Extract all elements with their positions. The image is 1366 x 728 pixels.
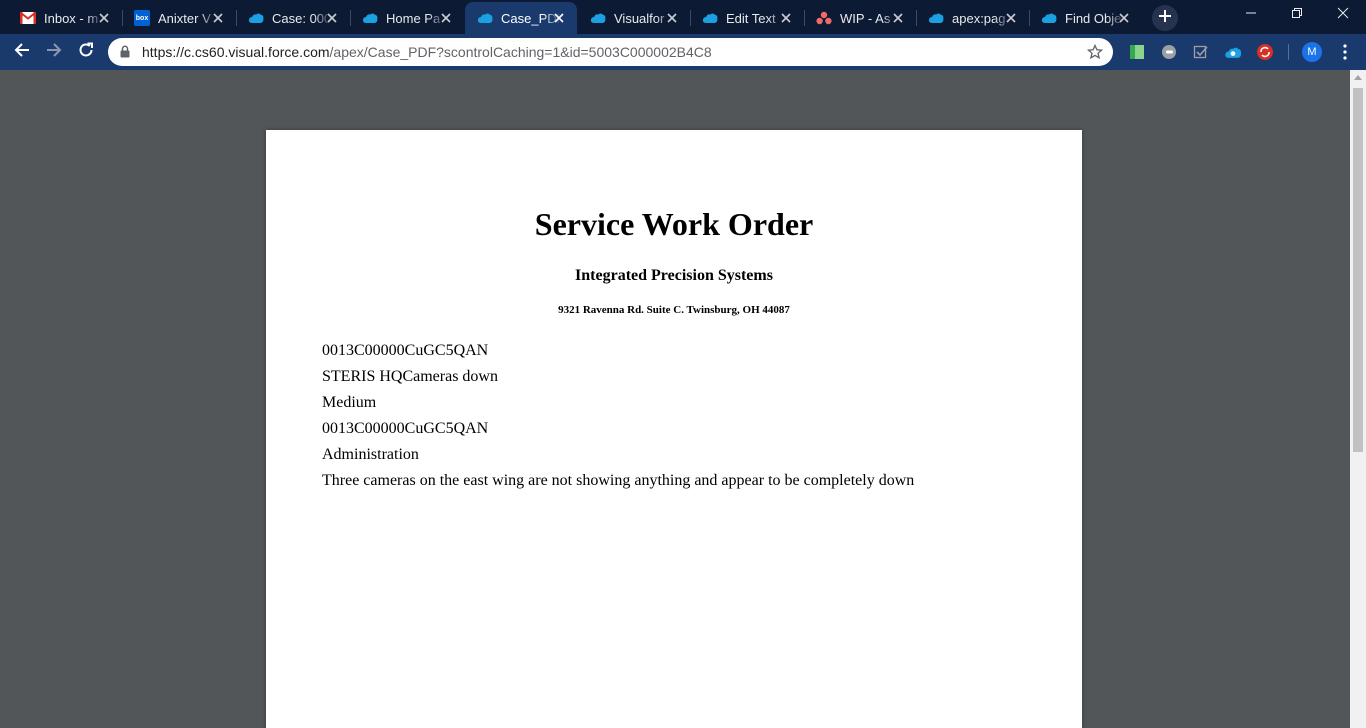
vertical-scrollbar[interactable] xyxy=(1350,70,1366,728)
close-icon xyxy=(1337,6,1349,24)
restore-icon xyxy=(1291,6,1303,24)
field-line: Three cameras on the east wing are not s… xyxy=(322,472,915,489)
close-icon[interactable] xyxy=(1003,10,1019,26)
close-icon[interactable] xyxy=(324,10,340,26)
menu-kebab-icon[interactable] xyxy=(1336,43,1354,61)
close-icon[interactable] xyxy=(438,10,454,26)
pdf-viewer: Service Work Order Integrated Precision … xyxy=(0,70,1350,728)
tab-home-page[interactable]: Home Pa xyxy=(351,2,464,34)
profile-avatar[interactable]: M xyxy=(1302,42,1322,62)
tab-anixter[interactable]: box Anixter V xyxy=(123,2,236,34)
new-tab-button[interactable] xyxy=(1152,5,1178,31)
close-icon[interactable] xyxy=(778,10,794,26)
gmail-icon xyxy=(20,10,36,26)
minimize-icon xyxy=(1245,6,1257,24)
pdf-page: Service Work Order Integrated Precision … xyxy=(266,130,1082,728)
tab-apex-page[interactable]: apex:pag xyxy=(917,2,1029,34)
browser-toolbar: https://c.cs60.visual.force.com/apex/Cas… xyxy=(0,34,1366,70)
minimize-button[interactable] xyxy=(1228,0,1274,30)
tab-label: Inbox - m xyxy=(44,10,99,26)
tab-find-object[interactable]: Find Obje xyxy=(1030,2,1142,34)
box-icon: box xyxy=(134,10,150,26)
salesforce-cloud-icon xyxy=(248,10,264,26)
url-host: https://c.cs60.visual.force.com xyxy=(142,44,330,60)
arrow-left-icon xyxy=(14,42,30,63)
tab-edit-text[interactable]: Edit Text xyxy=(691,2,804,34)
extension-checkbox-icon[interactable] xyxy=(1192,43,1210,61)
tab-label: Anixter V xyxy=(158,10,211,26)
reload-button[interactable] xyxy=(72,38,100,66)
salesforce-cloud-icon xyxy=(590,10,606,26)
company-name: Integrated Precision Systems xyxy=(575,267,773,284)
field-line: STERIS HQCameras down xyxy=(322,368,498,385)
close-icon[interactable] xyxy=(890,10,906,26)
close-icon[interactable] xyxy=(1116,10,1132,26)
field-line: 0013C00000CuGC5QAN xyxy=(322,342,489,359)
close-window-button[interactable] xyxy=(1320,0,1366,30)
tab-label: Home Pa xyxy=(386,10,441,26)
extension-salesforce-icon[interactable] xyxy=(1224,43,1242,61)
bookmark-star-icon[interactable] xyxy=(1086,43,1104,65)
document-title: Service Work Order xyxy=(534,206,814,242)
address-bar[interactable]: https://c.cs60.visual.force.com/apex/Cas… xyxy=(108,38,1113,66)
field-line: Medium xyxy=(322,394,377,411)
field-line: Administration xyxy=(322,446,419,463)
asana-icon xyxy=(816,10,832,26)
tab-label: Edit Text xyxy=(726,10,776,26)
extension-sheets-icon[interactable] xyxy=(1128,43,1146,61)
scrollbar-thumb[interactable] xyxy=(1353,88,1363,452)
lock-icon xyxy=(120,45,130,63)
extension-toggle-icon[interactable] xyxy=(1160,43,1178,61)
close-icon[interactable] xyxy=(96,10,112,26)
close-icon[interactable] xyxy=(210,10,226,26)
tab-inbox[interactable]: Inbox - m xyxy=(0,2,122,34)
tab-label: Case: 000 xyxy=(272,10,332,26)
close-icon[interactable] xyxy=(664,10,680,26)
work-order-fields: 0013C00000CuGC5QAN STERIS HQCameras down… xyxy=(322,338,914,494)
tab-strip: Inbox - m box Anixter V Case: 000 Home P… xyxy=(0,0,1366,34)
salesforce-cloud-icon xyxy=(477,10,493,26)
tab-case-pdf[interactable]: Case_PDF xyxy=(465,2,577,34)
url-path: /apex/Case_PDF?scontrolCaching=1&id=5003… xyxy=(329,44,712,60)
salesforce-cloud-icon xyxy=(362,10,378,26)
arrow-right-icon xyxy=(46,42,62,63)
field-line: 0013C00000CuGC5QAN xyxy=(322,420,489,437)
tab-wip-asana[interactable]: WIP - As xyxy=(805,2,916,34)
reload-icon xyxy=(78,42,94,63)
scroll-up-icon[interactable] xyxy=(1354,75,1362,80)
salesforce-cloud-icon xyxy=(702,10,718,26)
close-icon[interactable] xyxy=(551,10,567,26)
extension-red-sync-icon[interactable] xyxy=(1256,43,1274,61)
tab-visualforce[interactable]: Visualfor xyxy=(578,2,690,34)
salesforce-cloud-icon xyxy=(1041,10,1057,26)
company-address: 9321 Ravenna Rd. Suite C. Twinsburg, OH … xyxy=(558,304,790,316)
restore-button[interactable] xyxy=(1274,0,1320,30)
salesforce-cloud-icon xyxy=(928,10,944,26)
back-button[interactable] xyxy=(8,38,36,66)
tab-case[interactable]: Case: 000 xyxy=(237,2,350,34)
url-text: https://c.cs60.visual.force.com/apex/Cas… xyxy=(142,44,712,60)
plus-icon xyxy=(1158,9,1172,28)
toolbar-divider xyxy=(1288,44,1289,60)
forward-button[interactable] xyxy=(40,38,68,66)
